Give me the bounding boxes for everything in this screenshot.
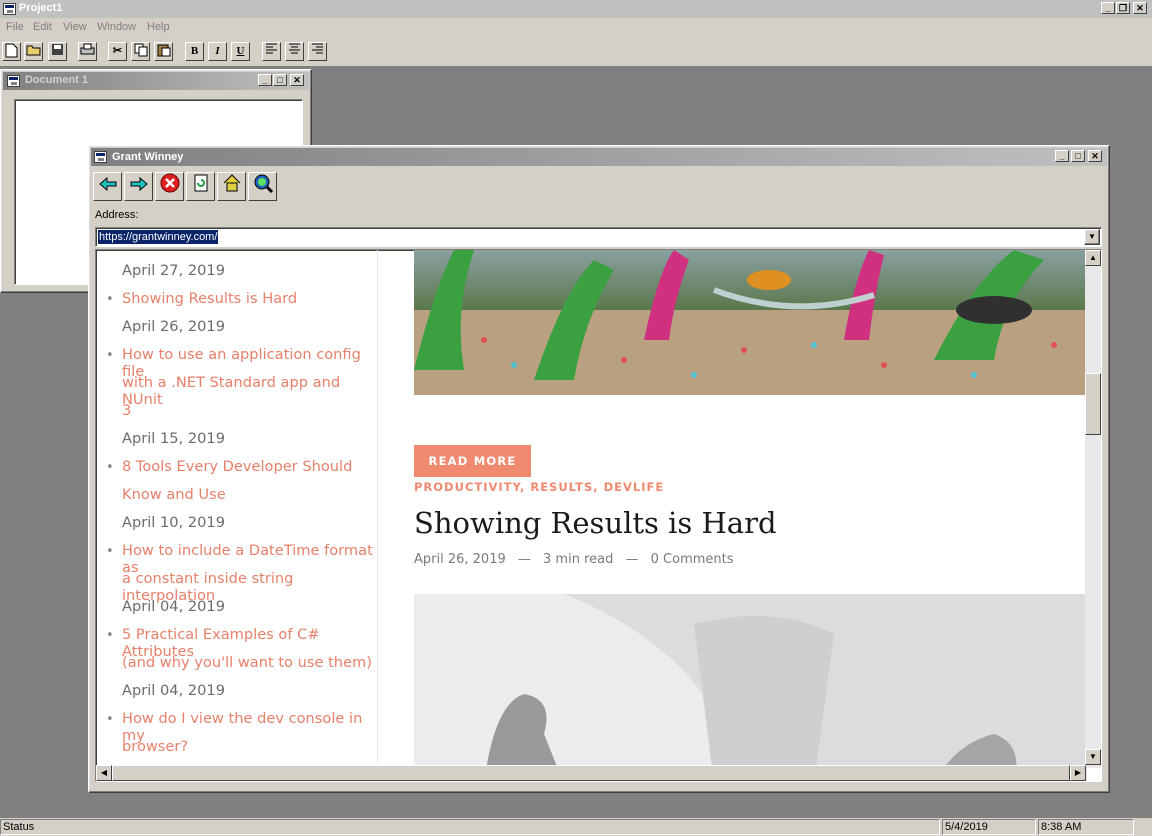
address-value[interactable]: https://grantwinney.com/ (98, 230, 219, 244)
status-text: Status (0, 819, 940, 835)
hscroll-thumb[interactable] (112, 765, 1070, 781)
new-file-icon[interactable] (2, 42, 21, 61)
document-icon (7, 75, 20, 87)
status-time: 8:38 AM (1038, 819, 1134, 835)
post-date: April 10, 2019 (122, 514, 225, 531)
category-separator: , (519, 480, 531, 494)
bullet-icon: • (106, 348, 114, 363)
read-more-button[interactable]: READ MORE (414, 445, 531, 477)
browser-window: Grant Winney _ □ ✕ Address: https://gran… (88, 145, 1110, 793)
post-link[interactable]: Showing Results is Hard (122, 290, 382, 307)
app-title-bar: Project1 _ ❐ ✕ (0, 0, 1152, 18)
menu-window[interactable]: Window (97, 21, 136, 33)
address-label: Address: (95, 209, 139, 221)
toolbar: ✂ B I U (0, 38, 1152, 67)
menu-file[interactable]: File (6, 21, 24, 33)
save-icon[interactable] (48, 42, 67, 61)
menu-bar: File Edit View Window Help (0, 18, 1152, 38)
scroll-up-icon[interactable]: ▲ (1085, 250, 1101, 266)
app-icon (3, 3, 16, 15)
search-icon[interactable] (248, 172, 277, 201)
bullet-icon: • (106, 712, 114, 727)
document-title-bar: Document 1 _ □ ✕ (3, 72, 309, 90)
menu-view[interactable]: View (63, 21, 87, 33)
align-center-icon[interactable] (285, 42, 304, 61)
post-link[interactable]: 8 Tools Every Developer Should (122, 458, 382, 475)
post-date: April 26, 2019 (122, 318, 225, 335)
document-title: Document 1 (25, 74, 88, 86)
post-meta: April 26, 2019 — 3 min read — 0 Comments (414, 552, 742, 567)
horizontal-scrollbar[interactable]: ◀ ▶ (96, 765, 1087, 781)
browser-title: Grant Winney (112, 151, 184, 163)
category-productivity[interactable]: PRODUCTIVITY (414, 480, 520, 494)
browser-viewport[interactable]: April 27, 2019 • Showing Results is Hard… (95, 249, 1102, 782)
align-right-icon[interactable] (308, 42, 327, 61)
paste-icon[interactable] (154, 42, 173, 61)
scroll-left-icon[interactable]: ◀ (96, 765, 112, 781)
post-link[interactable]: (and why you'll want to use them) (122, 654, 382, 671)
doc-minimize-button[interactable]: _ (258, 74, 272, 86)
back-icon[interactable] (93, 172, 122, 201)
menu-edit[interactable]: Edit (33, 21, 52, 33)
open-folder-icon[interactable] (24, 42, 43, 61)
post-date: April 04, 2019 (122, 682, 225, 699)
refresh-icon[interactable] (186, 172, 215, 201)
aquarium-photo (414, 250, 1087, 395)
status-bar: Status 5/4/2019 8:38 AM (0, 818, 1152, 836)
address-input[interactable]: https://grantwinney.com/ ▼ (95, 227, 1102, 247)
address-dropdown-icon[interactable]: ▼ (1084, 229, 1100, 245)
meta-separator: — (517, 552, 531, 567)
browser-maximize-button[interactable]: □ (1071, 150, 1085, 162)
post-title[interactable]: Showing Results is Hard (414, 506, 777, 540)
status-date: 5/4/2019 (942, 819, 1036, 835)
menu-help[interactable]: Help (147, 21, 170, 33)
post-link[interactable]: Know and Use (122, 486, 382, 503)
category-results[interactable]: RESULTS (530, 480, 593, 494)
post-date: April 26, 2019 (414, 552, 506, 567)
bullet-icon: • (106, 460, 114, 475)
home-icon[interactable] (217, 172, 246, 201)
browser-title-bar: Grant Winney _ □ ✕ (91, 148, 1107, 166)
doc-close-button[interactable]: ✕ (290, 74, 304, 86)
minimize-button[interactable]: _ (1101, 2, 1115, 14)
read-time: 3 min read (543, 552, 614, 567)
scroll-thumb[interactable] (1085, 373, 1101, 435)
app-title: Project1 (19, 2, 63, 14)
scroll-down-icon[interactable]: ▼ (1085, 749, 1101, 765)
recent-posts-sidebar: April 27, 2019 • Showing Results is Hard… (96, 250, 378, 770)
hand-photo (414, 594, 1087, 781)
stop-icon[interactable] (155, 172, 184, 201)
scroll-right-icon[interactable]: ▶ (1070, 765, 1086, 781)
comments-link[interactable]: 0 Comments (651, 552, 734, 567)
meta-separator: — (625, 552, 639, 567)
doc-maximize-button[interactable]: □ (273, 74, 287, 86)
bullet-icon: • (106, 292, 114, 307)
post-date: April 27, 2019 (122, 262, 225, 279)
bold-button[interactable]: B (185, 42, 204, 61)
align-left-icon[interactable] (262, 42, 281, 61)
post-date: April 04, 2019 (122, 598, 225, 615)
restore-button[interactable]: ❐ (1116, 2, 1130, 14)
browser-minimize-button[interactable]: _ (1055, 150, 1069, 162)
bullet-icon: • (106, 544, 114, 559)
category-devlife[interactable]: DEVLIFE (604, 480, 665, 494)
post-link[interactable]: browser? (122, 738, 382, 755)
browser-icon (94, 151, 107, 163)
cut-icon[interactable]: ✂ (108, 42, 127, 61)
vertical-scrollbar[interactable]: ▲ ▼ (1085, 250, 1101, 768)
print-icon[interactable] (78, 42, 97, 61)
forward-icon[interactable] (124, 172, 153, 201)
bullet-icon: • (106, 628, 114, 643)
copy-icon[interactable] (131, 42, 150, 61)
post-date: April 15, 2019 (122, 430, 225, 447)
italic-button[interactable]: I (208, 42, 227, 61)
category-separator: , (593, 480, 604, 494)
underline-button[interactable]: U (231, 42, 250, 61)
browser-close-button[interactable]: ✕ (1088, 150, 1102, 162)
post-link[interactable]: 3 (122, 402, 382, 419)
close-button[interactable]: ✕ (1133, 2, 1147, 14)
post-categories: PRODUCTIVITY, RESULTS, DEVLIFE (414, 480, 664, 494)
